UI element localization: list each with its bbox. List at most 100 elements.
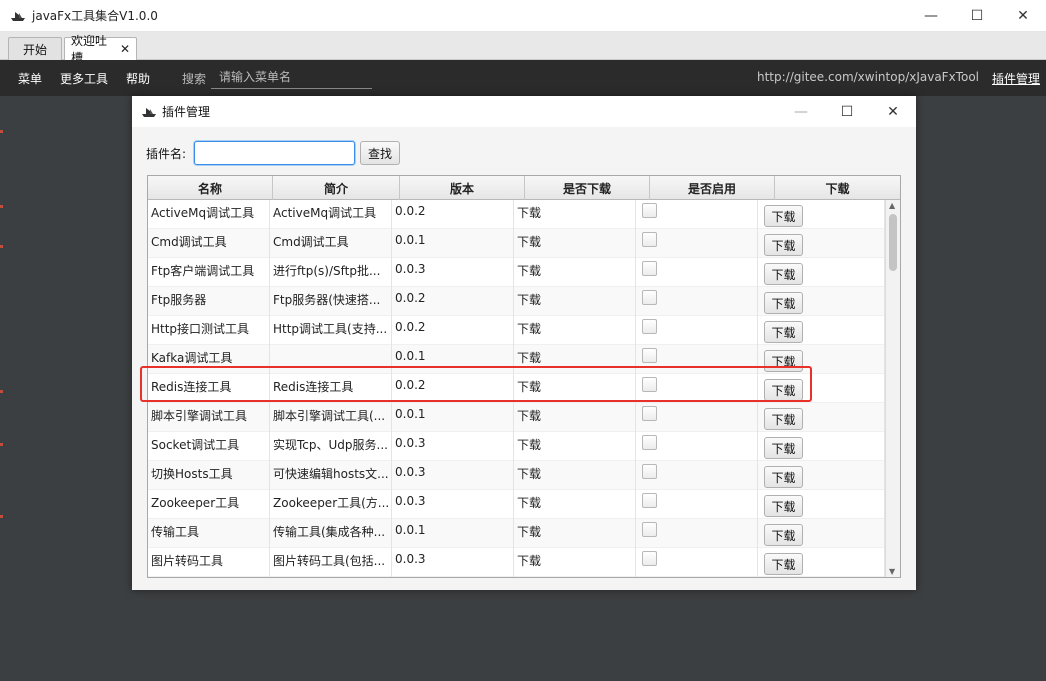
column-header-name[interactable]: 名称 xyxy=(148,176,273,200)
table-row[interactable]: 切换Hosts工具 可快速编辑hosts文... 0.0.3 下载 下载 xyxy=(148,461,885,490)
cell-name: 脚本引擎调试工具 xyxy=(148,403,270,432)
cell-enabled xyxy=(636,432,758,461)
cell-download: 下载 xyxy=(758,345,885,374)
cell-version: 0.0.3 xyxy=(392,258,514,287)
cell-desc: 传输工具(集成各种... xyxy=(270,519,392,548)
enabled-checkbox[interactable] xyxy=(642,290,657,305)
cell-enabled xyxy=(636,461,758,490)
cell-name: Redis连接工具 xyxy=(148,374,270,403)
download-button[interactable]: 下载 xyxy=(764,379,803,401)
column-header-desc[interactable]: 简介 xyxy=(273,176,400,200)
enabled-checkbox[interactable] xyxy=(642,232,657,247)
table-row[interactable]: Http接口测试工具 Http调试工具(支持... 0.0.2 下载 下载 xyxy=(148,316,885,345)
enabled-checkbox[interactable] xyxy=(642,464,657,479)
table-row[interactable]: Kafka调试工具 0.0.1 下载 下载 xyxy=(148,345,885,374)
scroll-up-icon[interactable]: ▲ xyxy=(889,201,895,210)
enabled-checkbox[interactable] xyxy=(642,203,657,218)
plugin-name-input[interactable] xyxy=(194,141,356,165)
table-row[interactable]: Ftp服务器 Ftp服务器(快速搭... 0.0.2 下载 下载 xyxy=(148,287,885,316)
menu-search-input[interactable] xyxy=(211,66,372,89)
cell-download: 下载 xyxy=(758,374,885,403)
menu-item-more-tools[interactable]: 更多工具 xyxy=(60,70,108,87)
tab-start[interactable]: 开始 xyxy=(8,37,62,60)
table-scrollbar[interactable]: ▲ ▼ xyxy=(885,200,900,577)
cell-downloaded: 下载 xyxy=(514,258,636,287)
cell-downloaded: 下载 xyxy=(514,461,636,490)
download-button[interactable]: 下载 xyxy=(764,234,803,256)
find-button[interactable]: 查找 xyxy=(360,141,401,165)
table-row[interactable]: Cmd调试工具 Cmd调试工具 0.0.1 下载 下载 xyxy=(148,229,885,258)
plugin-manager-link[interactable]: 插件管理 xyxy=(992,70,1040,87)
cell-downloaded: 下载 xyxy=(514,200,636,229)
cell-downloaded: 下载 xyxy=(514,548,636,577)
minimize-icon[interactable]: — xyxy=(908,0,954,32)
cell-desc: 图片转码工具(包括... xyxy=(270,548,392,577)
search-label: 搜索 xyxy=(182,72,207,86)
scroll-thumb[interactable] xyxy=(889,214,897,271)
enabled-checkbox[interactable] xyxy=(642,522,657,537)
download-button[interactable]: 下载 xyxy=(764,321,803,343)
tab-close-icon[interactable]: ✕ xyxy=(120,42,130,56)
enabled-checkbox[interactable] xyxy=(642,348,657,363)
dialog-close-icon[interactable]: ✕ xyxy=(870,96,916,127)
tab-feedback[interactable]: 欢迎吐槽 ✕ xyxy=(64,34,137,65)
download-button[interactable]: 下载 xyxy=(764,495,803,517)
cell-desc: Zookeeper工具(方... xyxy=(270,490,392,519)
download-button[interactable]: 下载 xyxy=(764,205,803,227)
download-button[interactable]: 下载 xyxy=(764,408,803,430)
download-button[interactable]: 下载 xyxy=(764,263,803,285)
cell-enabled xyxy=(636,519,758,548)
menu-item-menu[interactable]: 菜单 xyxy=(18,70,42,87)
cell-enabled xyxy=(636,374,758,403)
table-row[interactable]: Socket调试工具 实现Tcp、Udp服务... 0.0.3 下载 下载 xyxy=(148,432,885,461)
cell-name: Cmd调试工具 xyxy=(148,229,270,258)
cell-downloaded: 下载 xyxy=(514,403,636,432)
cell-version: 0.0.2 xyxy=(392,316,514,345)
cell-version: 0.0.1 xyxy=(392,229,514,258)
download-button[interactable]: 下载 xyxy=(764,292,803,314)
cell-enabled xyxy=(636,287,758,316)
menu-item-help[interactable]: 帮助 xyxy=(126,70,150,87)
table-row[interactable]: 传输工具 传输工具(集成各种... 0.0.1 下载 下载 xyxy=(148,519,885,548)
cell-desc: 脚本引擎调试工具(... xyxy=(270,403,392,432)
cell-name: Socket调试工具 xyxy=(148,432,270,461)
download-button[interactable]: 下载 xyxy=(764,524,803,546)
dialog-maximize-icon[interactable]: ☐ xyxy=(824,96,870,127)
cell-desc: Redis连接工具 xyxy=(270,374,392,403)
cell-name: Http接口测试工具 xyxy=(148,316,270,345)
maximize-icon[interactable]: ☐ xyxy=(954,0,1000,32)
column-header-download[interactable]: 下载 xyxy=(775,176,900,200)
cell-version: 0.0.3 xyxy=(392,432,514,461)
cell-desc: Http调试工具(支持... xyxy=(270,316,392,345)
cell-desc: 进行ftp(s)/Sftp批... xyxy=(270,258,392,287)
enabled-checkbox[interactable] xyxy=(642,493,657,508)
column-header-downloaded[interactable]: 是否下载 xyxy=(525,176,650,200)
cell-download: 下载 xyxy=(758,316,885,345)
cell-name: Kafka调试工具 xyxy=(148,345,270,374)
download-button[interactable]: 下载 xyxy=(764,350,803,372)
column-header-version[interactable]: 版本 xyxy=(400,176,525,200)
cell-downloaded: 下载 xyxy=(514,432,636,461)
table-row[interactable]: 图片转码工具 图片转码工具(包括... 0.0.3 下载 下载 xyxy=(148,548,885,577)
plugin-manager-dialog: 插件管理 — ☐ ✕ 插件名: 查找 名称 简介 版本 是否下载 是否启用 下载… xyxy=(132,96,916,590)
table-row[interactable]: 脚本引擎调试工具 脚本引擎调试工具(... 0.0.1 下载 下载 xyxy=(148,403,885,432)
table-row[interactable]: ActiveMq调试工具 ActiveMq调试工具 0.0.2 下载 下载 xyxy=(148,200,885,229)
enabled-checkbox[interactable] xyxy=(642,261,657,276)
cell-download: 下载 xyxy=(758,403,885,432)
enabled-checkbox[interactable] xyxy=(642,377,657,392)
close-icon[interactable]: ✕ xyxy=(1000,0,1046,32)
table-row[interactable]: Ftp客户端调试工具 进行ftp(s)/Sftp批... 0.0.3 下载 下载 xyxy=(148,258,885,287)
enabled-checkbox[interactable] xyxy=(642,406,657,421)
plugin-table: 名称 简介 版本 是否下载 是否启用 下载 ActiveMq调试工具 Active… xyxy=(147,175,901,578)
download-button[interactable]: 下载 xyxy=(764,437,803,459)
enabled-checkbox[interactable] xyxy=(642,551,657,566)
column-header-enabled[interactable]: 是否启用 xyxy=(650,176,775,200)
download-button[interactable]: 下载 xyxy=(764,466,803,488)
download-button[interactable]: 下载 xyxy=(764,553,803,575)
table-row[interactable]: Zookeeper工具 Zookeeper工具(方... 0.0.3 下载 下载 xyxy=(148,490,885,519)
table-row[interactable]: Redis连接工具 Redis连接工具 0.0.2 下载 下载 xyxy=(148,374,885,403)
scroll-down-icon[interactable]: ▼ xyxy=(889,567,895,576)
enabled-checkbox[interactable] xyxy=(642,319,657,334)
enabled-checkbox[interactable] xyxy=(642,435,657,450)
table-header: 名称 简介 版本 是否下载 是否启用 下载 xyxy=(148,176,900,200)
